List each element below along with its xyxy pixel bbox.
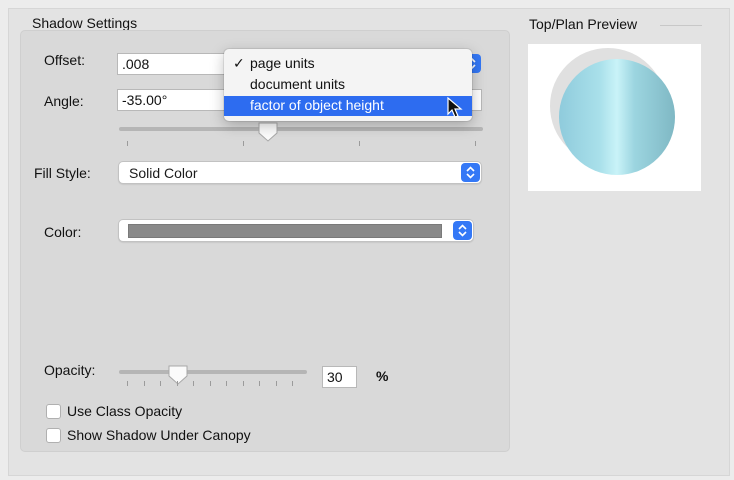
menu-item-document-units[interactable]: document units	[224, 75, 472, 95]
angle-label: Angle:	[44, 93, 84, 109]
color-popup[interactable]	[118, 219, 474, 242]
menu-item-label: factor of object height	[250, 97, 384, 113]
opacity-tick	[160, 381, 161, 386]
opacity-tick	[127, 381, 128, 386]
offset-units-menu: ✓ page units document units factor of ob…	[224, 49, 472, 121]
fill-style-popup[interactable]: Solid Color	[118, 161, 482, 184]
color-swatch	[128, 224, 442, 238]
preview-object-disc	[559, 59, 675, 175]
angle-tick	[359, 141, 360, 146]
opacity-unit: %	[376, 368, 389, 384]
opacity-tick	[275, 381, 277, 386]
menu-item-label: document units	[250, 76, 345, 92]
angle-field[interactable]: -35.00°	[117, 89, 237, 111]
color-label: Color:	[44, 224, 82, 240]
preview-graphic	[550, 48, 675, 175]
opacity-tick	[209, 381, 211, 386]
fill-style-label: Fill Style:	[34, 165, 91, 181]
opacity-field[interactable]: 30	[322, 366, 357, 388]
menu-item-label: page units	[250, 55, 315, 71]
checkmark-icon: ✓	[233, 55, 245, 71]
fill-style-value: Solid Color	[129, 165, 198, 181]
opacity-tick	[292, 381, 293, 386]
opacity-tick	[176, 381, 178, 386]
show-shadow-under-canopy-label: Show Shadow Under Canopy	[67, 427, 251, 443]
angle-slider-track[interactable]	[119, 127, 483, 131]
arrow-cursor-icon	[447, 97, 463, 118]
angle-tick	[475, 141, 476, 146]
use-class-opacity-checkbox[interactable]	[46, 404, 61, 419]
menu-item-factor-of-object-height[interactable]: factor of object height	[224, 96, 472, 116]
opacity-tick	[193, 381, 194, 386]
show-shadow-under-canopy-checkbox[interactable]	[46, 428, 61, 443]
angle-tick	[243, 141, 244, 146]
opacity-tick	[259, 381, 260, 386]
preview-title: Top/Plan Preview	[529, 16, 638, 32]
offset-field[interactable]: .008	[117, 53, 237, 75]
shadow-settings-title: Shadow Settings	[32, 15, 138, 31]
angle-tick	[127, 141, 128, 146]
preview-title-divider	[660, 25, 702, 26]
stepper-icon	[453, 221, 472, 240]
offset-label: Offset:	[44, 52, 85, 68]
opacity-label: Opacity:	[44, 362, 96, 378]
menu-item-page-units[interactable]: ✓ page units	[224, 54, 472, 74]
opacity-slider-track[interactable]	[119, 370, 307, 374]
opacity-tick	[242, 381, 244, 386]
angle-slider-thumb[interactable]	[257, 121, 279, 143]
opacity-tick	[226, 381, 227, 386]
top-plan-preview	[528, 44, 701, 191]
opacity-tick	[143, 381, 145, 386]
stepper-icon	[461, 163, 480, 182]
opacity-slider-thumb[interactable]	[167, 364, 189, 386]
use-class-opacity-label: Use Class Opacity	[67, 403, 183, 419]
